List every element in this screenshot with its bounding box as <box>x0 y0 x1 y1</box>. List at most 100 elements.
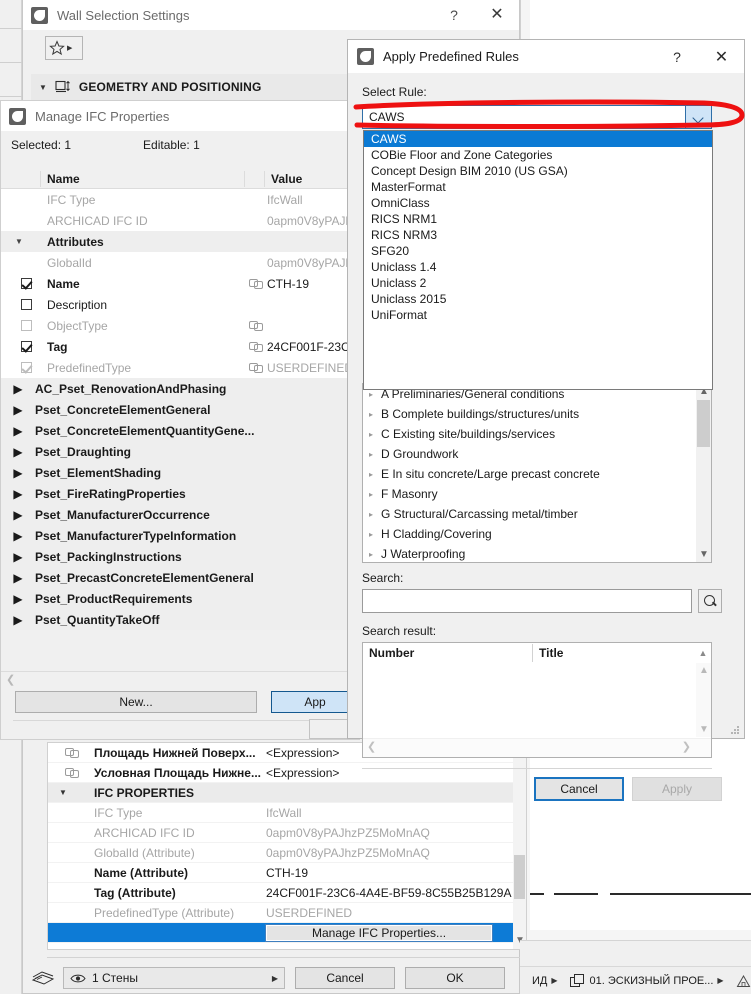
pset-row[interactable]: ▶ Pset_ProductRequirements <box>1 588 359 609</box>
chevron-right-icon[interactable]: ▶ <box>1 382 35 396</box>
chevron-down-icon[interactable]: ▼ <box>15 237 25 246</box>
chevron-down-icon[interactable]: ▼ <box>699 549 709 560</box>
table-row[interactable]: PredefinedType USERDEFINED <box>1 357 359 378</box>
chevron-down-icon[interactable]: ▼ <box>699 724 709 735</box>
favorites-button[interactable]: ▶ <box>45 36 83 60</box>
rule-combobox-dropdown-button[interactable] <box>685 106 711 128</box>
footer-button[interactable] <box>309 719 349 739</box>
table-row[interactable]: Tag 24CF001F-23C <box>1 336 359 357</box>
table-row[interactable]: GlobalId 0apm0V8yPAJh <box>1 252 359 273</box>
taskbar-project-text[interactable]: 01. ЭСКИЗНЫЙ ПРОЕ... <box>590 975 714 987</box>
table-group-row[interactable]: ▼ Attributes <box>1 231 359 252</box>
chevron-left-icon[interactable]: ❮ <box>6 673 15 686</box>
tree-item[interactable]: ▸ E In situ concrete/Large precast concr… <box>363 464 711 484</box>
wall-settings-close-button[interactable]: ✕ <box>475 7 519 23</box>
row-checkbox[interactable] <box>21 341 32 352</box>
pset-row[interactable]: ▶ Pset_PackingInstructions <box>1 546 359 567</box>
chevron-right-icon[interactable]: ▶ <box>1 466 35 480</box>
pset-row[interactable]: ▶ Pset_ManufacturerOccurrence <box>1 504 359 525</box>
result-vscrollbar[interactable]: ▲ ▼ <box>696 663 711 737</box>
chevron-right-icon[interactable]: ▸ <box>369 410 381 419</box>
pset-row[interactable]: ▶ AC_Pset_RenovationAndPhasing <box>1 378 359 399</box>
tree-item[interactable]: ▸ B Complete buildings/structures/units <box>363 404 711 424</box>
table-row[interactable]: ARCHICAD IFC ID 0apm0V8yPAJh <box>1 210 359 231</box>
scrollbar-thumb[interactable] <box>697 400 710 447</box>
chevron-right-icon[interactable]: ▶ <box>1 613 35 627</box>
chevron-right-icon[interactable]: ▸ <box>369 510 381 519</box>
manage-ifc-properties-button[interactable]: Manage IFC Properties... <box>265 923 493 942</box>
chevron-right-icon[interactable]: ▶ <box>1 550 35 564</box>
chevron-right-icon[interactable]: ▶ <box>1 571 35 585</box>
pset-row[interactable]: ▶ Pset_Draughting <box>1 441 359 462</box>
pset-row[interactable]: ▶ Pset_ConcreteElementGeneral <box>1 399 359 420</box>
pset-row[interactable]: ▶ Pset_ElementShading <box>1 462 359 483</box>
rule-dropdown-list[interactable]: CAWS COBie Floor and Zone Categories Con… <box>363 130 713 390</box>
pset-row[interactable]: ▶ Pset_ManufacturerTypeInformation <box>1 525 359 546</box>
chevron-right-icon[interactable]: ▶ <box>717 976 723 985</box>
manage-ifc-properties-row[interactable]: Manage IFC Properties... <box>48 923 526 943</box>
column-header-title[interactable]: Title <box>533 644 695 662</box>
apr-close-button[interactable]: ✕ <box>699 40 744 73</box>
list-item[interactable]: Name (Attribute) CTH-19 <box>48 863 526 883</box>
pset-row[interactable]: ▶ Pset_QuantityTakeOff <box>1 609 359 630</box>
dropdown-option[interactable]: Uniclass 2 <box>364 275 712 291</box>
classification-tree[interactable]: ▸ A Preliminaries/General conditions ▸ B… <box>362 383 712 563</box>
apply-predefined-rules-button[interactable]: App <box>271 691 359 713</box>
chevron-right-icon[interactable]: ▸ <box>369 430 381 439</box>
tree-item[interactable]: ▸ F Masonry <box>363 484 711 504</box>
search-button[interactable] <box>698 589 722 613</box>
dropdown-option[interactable]: UniFormat <box>364 307 712 323</box>
tree-item[interactable]: ▸ D Groundwork <box>363 444 711 464</box>
dropdown-option[interactable]: OmniClass <box>364 195 712 211</box>
list-item[interactable]: Tag (Attribute) 24CF001F-23C6-4A4E-BF59-… <box>48 883 526 903</box>
tree-item[interactable]: ▸ G Structural/Carcassing metal/timber <box>363 504 711 524</box>
chevron-right-icon[interactable]: ▶ <box>1 487 35 501</box>
rule-combobox[interactable]: CAWS <box>362 105 712 129</box>
chevron-right-icon[interactable]: ▶ <box>1 403 35 417</box>
chevron-right-icon[interactable]: ▸ <box>369 470 381 479</box>
chevron-right-icon[interactable]: ▶ <box>551 976 557 985</box>
wall-settings-help-button[interactable]: ? <box>433 7 475 23</box>
wall-ifc-properties-list[interactable]: Площадь Нижней Поверх... <Expression> Ус… <box>47 742 527 950</box>
home-icon[interactable] <box>736 974 751 988</box>
dropdown-option[interactable]: Uniclass 1.4 <box>364 259 712 275</box>
column-header-number[interactable]: Number <box>363 643 533 662</box>
wall-cancel-button[interactable]: Cancel <box>295 967 395 989</box>
lower-list-scrollbar[interactable]: ▼ <box>513 743 526 949</box>
dropdown-option[interactable]: MasterFormat <box>364 179 712 195</box>
chevron-right-icon[interactable]: ▸ <box>369 550 381 559</box>
chevron-right-icon[interactable]: ▸ <box>369 390 381 399</box>
manage-ifc-hscrollbar[interactable]: ❮ <box>1 671 359 687</box>
layer-combo[interactable]: 1 Стены ▶ <box>63 967 285 989</box>
row-checkbox[interactable] <box>21 278 32 289</box>
table-row[interactable]: ObjectType <box>1 315 359 336</box>
chevron-right-icon[interactable]: ▶ <box>1 424 35 438</box>
chevron-right-icon[interactable]: ▶ <box>1 508 35 522</box>
apr-help-button[interactable]: ? <box>655 40 699 73</box>
chevron-left-icon[interactable]: ❮ <box>367 740 376 753</box>
dropdown-option[interactable]: CAWS <box>364 131 712 147</box>
dropdown-option[interactable]: Concept Design BIM 2010 (US GSA) <box>364 163 712 179</box>
table-row[interactable]: Description <box>1 294 359 315</box>
sort-ascending-icon[interactable]: ▲ <box>695 648 711 658</box>
dropdown-option[interactable]: RICS NRM1 <box>364 211 712 227</box>
chevron-right-icon[interactable]: ▸ <box>369 450 381 459</box>
cancel-button[interactable]: Cancel <box>534 777 624 801</box>
tree-item[interactable]: ▸ C Existing site/buildings/services <box>363 424 711 444</box>
pset-row[interactable]: ▶ Pset_FireRatingProperties <box>1 483 359 504</box>
wall-ok-button[interactable]: OK <box>405 967 505 989</box>
chevron-right-icon[interactable]: ▶ <box>1 592 35 606</box>
dropdown-option[interactable]: COBie Floor and Zone Categories <box>364 147 712 163</box>
chevron-right-icon[interactable]: ❯ <box>682 740 691 753</box>
dropdown-option[interactable]: Uniclass 2015 <box>364 291 712 307</box>
table-row[interactable]: Name CTH-19 <box>1 273 359 294</box>
row-checkbox[interactable] <box>21 299 32 310</box>
tree-item[interactable]: ▸ J Waterproofing <box>363 544 711 562</box>
search-input[interactable] <box>362 589 692 613</box>
new-button[interactable]: New... <box>15 691 257 713</box>
result-hscrollbar[interactable]: ❮ ❯ <box>363 738 711 757</box>
pset-row[interactable]: ▶ Pset_PrecastConcreteElementGeneral <box>1 567 359 588</box>
search-result-table[interactable]: Number Title ▲ ▲ ▼ ❮ ❯ <box>362 642 712 758</box>
tree-item[interactable]: ▸ H Cladding/Covering <box>363 524 711 544</box>
dropdown-option[interactable]: RICS NRM3 <box>364 227 712 243</box>
